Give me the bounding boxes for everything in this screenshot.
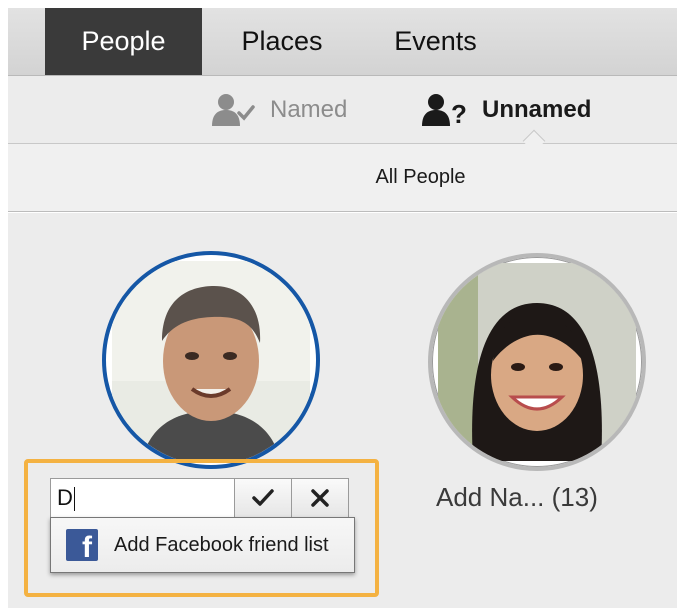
suggestion-label: Add Facebook friend list	[114, 533, 329, 556]
svg-text:?: ?	[451, 99, 467, 127]
filter-named[interactable]: Named	[212, 90, 347, 130]
face-photo-man	[112, 261, 310, 459]
filter-unnamed-label: Unnamed	[482, 96, 592, 123]
face-thumbnail-selected[interactable]	[102, 251, 320, 469]
tab-people[interactable]: People	[45, 8, 202, 75]
checkmark-icon	[252, 489, 274, 506]
filter-bar: Named ? Unnamed	[8, 76, 677, 153]
name-input[interactable]: D	[50, 478, 235, 518]
tab-places[interactable]: Places	[212, 8, 352, 75]
face-thumbnail[interactable]	[428, 253, 646, 471]
top-tab-bar: People Places Events	[8, 8, 677, 76]
person-question-icon: ?	[422, 94, 467, 127]
all-people-bar: All People	[8, 144, 677, 212]
text-cursor	[73, 487, 75, 512]
tab-events[interactable]: Events	[358, 8, 513, 75]
suggestion-dropdown[interactable]: f Add Facebook friend list	[50, 517, 355, 573]
name-input-value: D	[57, 485, 73, 510]
confirm-name-button[interactable]	[234, 478, 292, 518]
person-check-icon	[212, 94, 255, 126]
filter-named-label: Named	[270, 96, 348, 123]
facebook-icon: f	[66, 529, 98, 561]
all-people-button[interactable]: All People	[8, 144, 677, 210]
filter-unnamed[interactable]: ? Unnamed	[422, 90, 591, 130]
face-photo-woman	[438, 263, 636, 461]
close-icon	[311, 489, 329, 507]
add-name-label[interactable]: Add Na... (13)	[436, 482, 598, 513]
cancel-name-button[interactable]	[291, 478, 349, 518]
